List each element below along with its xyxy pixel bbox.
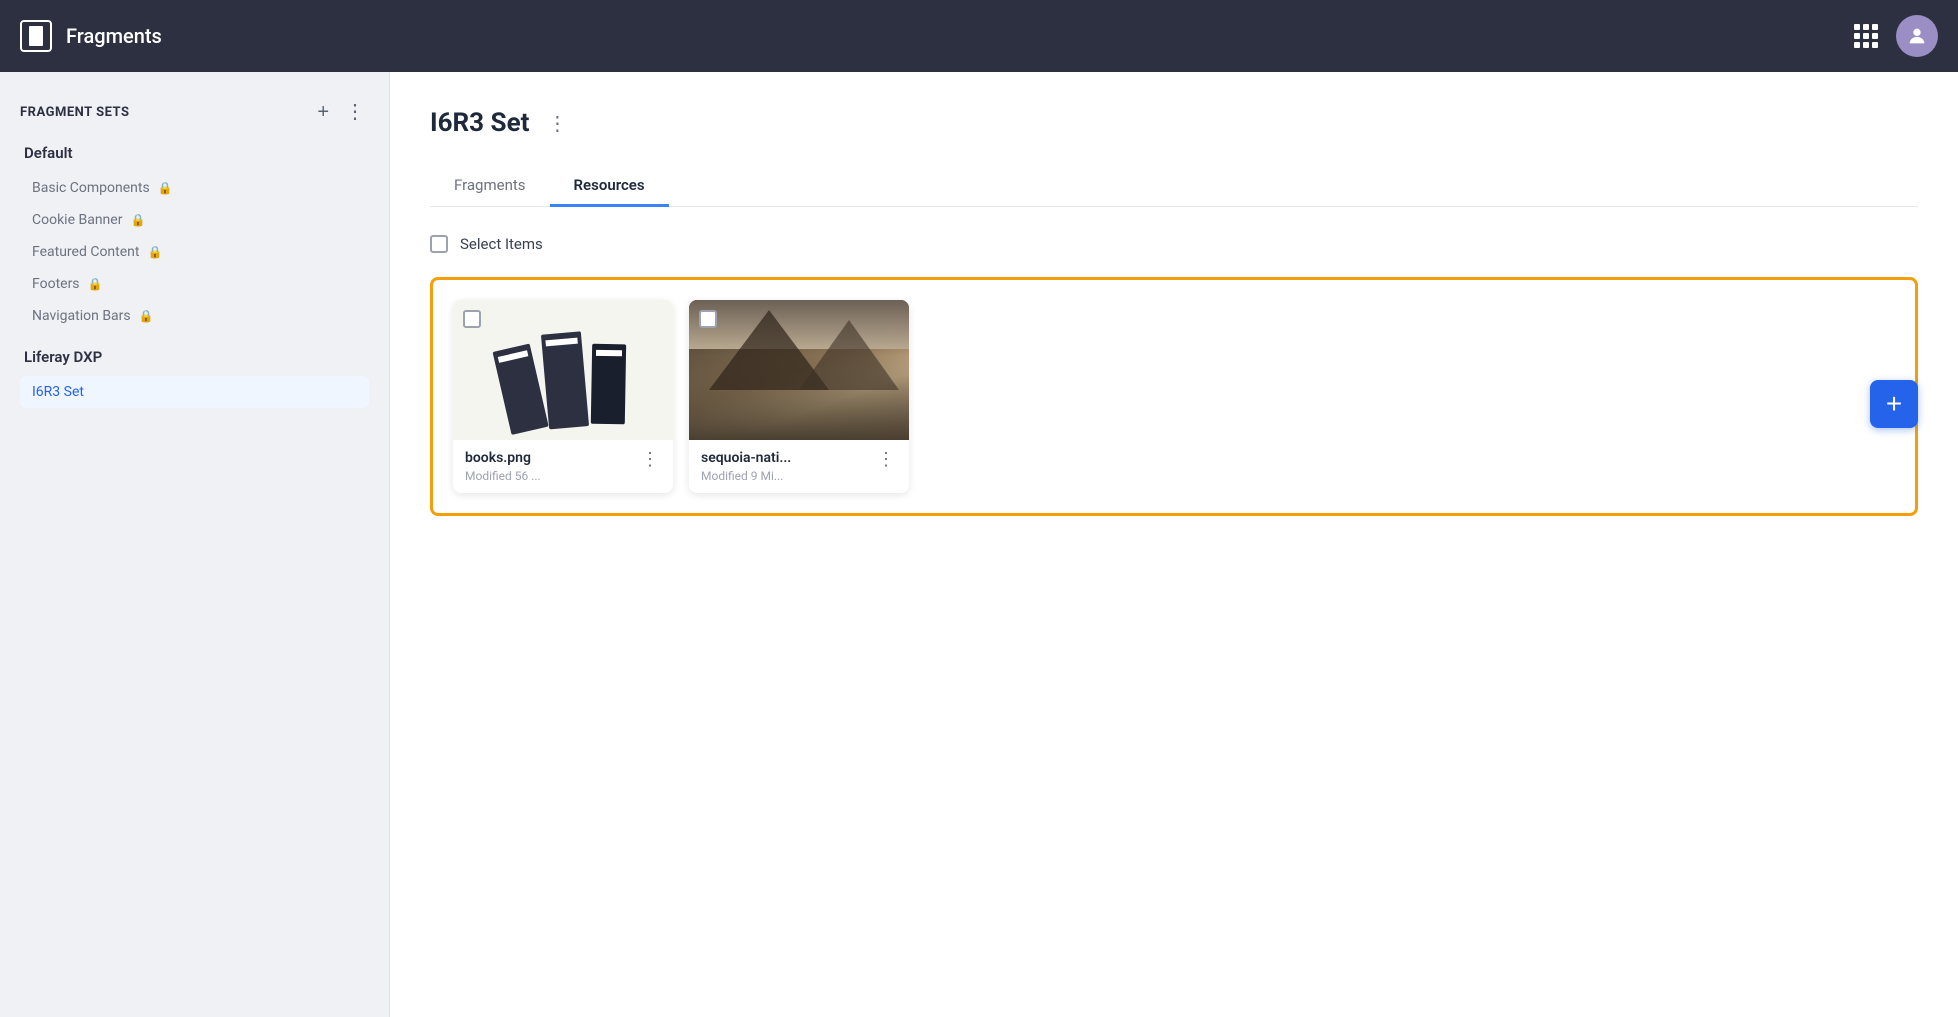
resource-card-name-books: books.png <box>465 450 639 466</box>
page-title: I6R3 Set <box>430 108 529 138</box>
lock-icon: 🔒 <box>130 213 145 227</box>
sidebar-item-basic-components[interactable]: Basic Components 🔒 <box>20 172 369 204</box>
resources-content-area: books.png Modified 56 ... ⋮ <box>430 277 1918 516</box>
resource-card-books[interactable]: books.png Modified 56 ... ⋮ <box>453 300 673 493</box>
select-items-label: Select Items <box>460 235 543 253</box>
lock-icon: 🔒 <box>147 245 162 259</box>
resource-card-footer-sequoia: sequoia-nati... Modified 9 Mi... ⋮ <box>689 440 909 493</box>
sidebar-item-featured-content[interactable]: Featured Content 🔒 <box>20 236 369 268</box>
apps-grid-icon[interactable] <box>1854 24 1878 48</box>
sidebar-item-label: Basic Components <box>32 180 150 196</box>
resources-grid: books.png Modified 56 ... ⋮ <box>453 300 1895 493</box>
nav-title: Fragments <box>66 24 162 48</box>
select-all-checkbox[interactable] <box>430 235 448 253</box>
resource-card-menu-books[interactable]: ⋮ <box>639 450 661 468</box>
resource-card-image-books <box>453 300 673 440</box>
nav-left: Fragments <box>20 20 162 52</box>
app-layout: FRAGMENT SETS + ⋮ Default Basic Componen… <box>0 72 1958 1017</box>
resource-card-meta-books: Modified 56 ... <box>465 469 639 483</box>
tab-fragments[interactable]: Fragments <box>430 166 550 207</box>
book-2 <box>541 331 589 429</box>
nav-logo-icon <box>20 20 52 52</box>
content-area-wrapper: books.png Modified 56 ... ⋮ <box>430 277 1918 516</box>
sidebar-item-cookie-banner[interactable]: Cookie Banner 🔒 <box>20 204 369 236</box>
resource-card-sequoia[interactable]: sequoia-nati... Modified 9 Mi... ⋮ <box>689 300 909 493</box>
add-resource-button[interactable]: + <box>1870 380 1918 428</box>
resource-card-footer-books: books.png Modified 56 ... ⋮ <box>453 440 673 493</box>
mountain-peak-right <box>799 320 899 390</box>
sidebar-item-i6r3-set[interactable]: I6R3 Set <box>20 376 369 408</box>
resource-card-image-sequoia <box>689 300 909 440</box>
resource-card-name-sequoia: sequoia-nati... <box>701 450 875 466</box>
resource-card-checkbox-sequoia[interactable] <box>699 310 717 328</box>
select-items-row: Select Items <box>430 235 1918 253</box>
mountain-thumbnail <box>689 300 909 440</box>
resource-card-meta-sequoia: Modified 9 Mi... <box>701 469 875 483</box>
user-avatar[interactable] <box>1896 15 1938 57</box>
top-navigation: Fragments <box>0 0 1958 72</box>
book-3 <box>591 343 626 424</box>
sidebar-item-footers[interactable]: Footers 🔒 <box>20 268 369 300</box>
tab-resources[interactable]: Resources <box>550 166 669 207</box>
sidebar-item-label: Navigation Bars <box>32 308 131 324</box>
sidebar-group-default: Default Basic Components 🔒 Cookie Banner… <box>20 144 369 332</box>
page-header: I6R3 Set ⋮ <box>430 108 1918 138</box>
sidebar-group-liferay-dxp: Liferay DXP I6R3 Set <box>20 348 369 408</box>
sidebar-group-label-default: Default <box>20 144 369 162</box>
fragment-sets-menu-button[interactable]: ⋮ <box>341 100 369 124</box>
sidebar-item-label: Featured Content <box>32 244 139 260</box>
books-illustration <box>494 327 632 433</box>
main-content: I6R3 Set ⋮ Fragments Resources Select It… <box>390 72 1958 1017</box>
resource-card-menu-sequoia[interactable]: ⋮ <box>875 450 897 468</box>
nav-right <box>1854 15 1938 57</box>
sidebar-actions: + ⋮ <box>313 100 369 124</box>
lock-icon: 🔒 <box>158 181 173 195</box>
sidebar: FRAGMENT SETS + ⋮ Default Basic Componen… <box>0 72 390 1017</box>
lock-icon: 🔒 <box>88 277 103 291</box>
logo-inner <box>29 26 43 46</box>
sidebar-title: FRAGMENT SETS <box>20 105 129 120</box>
sidebar-item-navigation-bars[interactable]: Navigation Bars 🔒 <box>20 300 369 332</box>
resource-card-info-books: books.png Modified 56 ... <box>465 450 639 483</box>
resource-card-checkbox-books[interactable] <box>463 310 481 328</box>
tabs: Fragments Resources <box>430 166 1918 207</box>
add-fragment-set-button[interactable]: + <box>313 100 333 124</box>
resource-card-info-sequoia: sequoia-nati... Modified 9 Mi... <box>701 450 875 483</box>
page-menu-button[interactable]: ⋮ <box>541 109 573 138</box>
book-1 <box>493 343 549 434</box>
sidebar-group-label-liferay-dxp: Liferay DXP <box>20 348 369 366</box>
sidebar-header: FRAGMENT SETS + ⋮ <box>20 100 369 124</box>
sidebar-item-label: Cookie Banner <box>32 212 122 228</box>
books-thumbnail <box>453 300 673 440</box>
lock-icon: 🔒 <box>139 309 154 323</box>
sidebar-item-label: Footers <box>32 276 80 292</box>
sidebar-item-label: I6R3 Set <box>32 384 84 400</box>
